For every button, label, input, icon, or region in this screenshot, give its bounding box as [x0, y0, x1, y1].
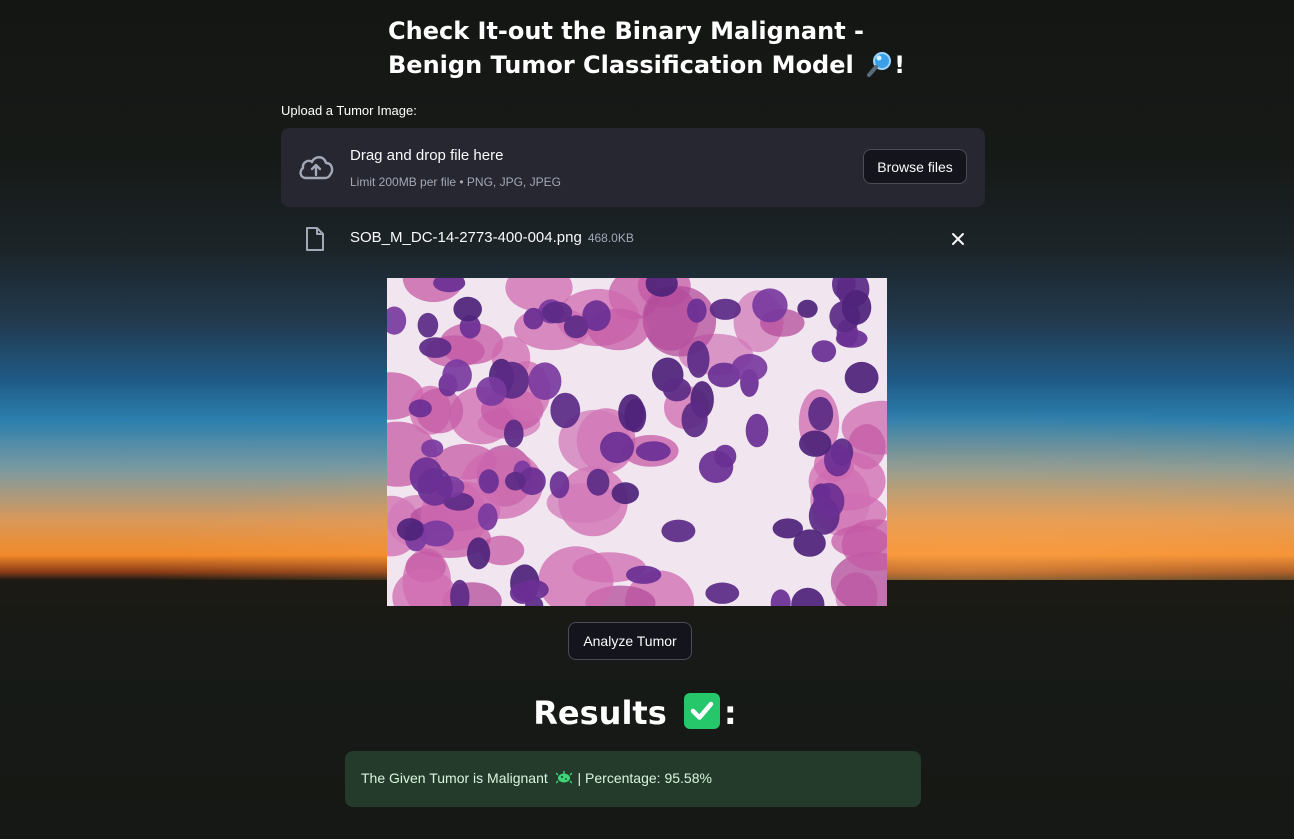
page-title: Check It-out the Binary Malignant - Beni…	[388, 14, 908, 82]
check-mark-icon	[683, 693, 720, 729]
results-heading-text: Results	[533, 694, 667, 732]
microbe-icon	[555, 771, 573, 785]
title-exclamation: !	[894, 51, 906, 79]
file-name-text: SOB_M_DC-14-2773-400-004.png	[350, 229, 582, 246]
dropzone-title: Drag and drop file here	[350, 147, 504, 164]
result-percentage: | Percentage: 95.58%	[577, 770, 712, 786]
result-alert: The Given Tumor is Malignant | Percentag…	[345, 751, 921, 807]
file-icon	[304, 226, 326, 252]
tumor-histology-image	[387, 278, 887, 606]
browse-files-button[interactable]: Browse files	[863, 149, 967, 184]
uploaded-file-row: SOB_M_DC-14-2773-400-004.png 468.0KB	[281, 220, 985, 258]
close-icon[interactable]	[949, 230, 967, 248]
title-line-1: Check It-out the Binary Malignant -	[388, 17, 864, 45]
file-size: 468.0KB	[587, 231, 634, 245]
results-heading-colon: :	[723, 694, 737, 732]
dropzone-subtitle: Limit 200MB per file • PNG, JPG, JPEG	[350, 175, 561, 189]
magnifying-glass-icon	[866, 50, 894, 78]
results-heading: Results :	[0, 690, 1270, 736]
analyze-tumor-button[interactable]: Analyze Tumor	[568, 622, 692, 660]
title-line-2: Benign Tumor Classification Model	[388, 51, 854, 79]
file-name: SOB_M_DC-14-2773-400-004.png 468.0KB	[350, 229, 634, 246]
result-message: The Given Tumor is Malignant | Percentag…	[361, 770, 712, 786]
file-dropzone[interactable]: Drag and drop file here Limit 200MB per …	[281, 128, 985, 207]
upload-label: Upload a Tumor Image:	[281, 103, 417, 118]
result-prefix: The Given Tumor is Malignant	[361, 770, 548, 786]
cloud-upload-icon	[297, 152, 335, 182]
